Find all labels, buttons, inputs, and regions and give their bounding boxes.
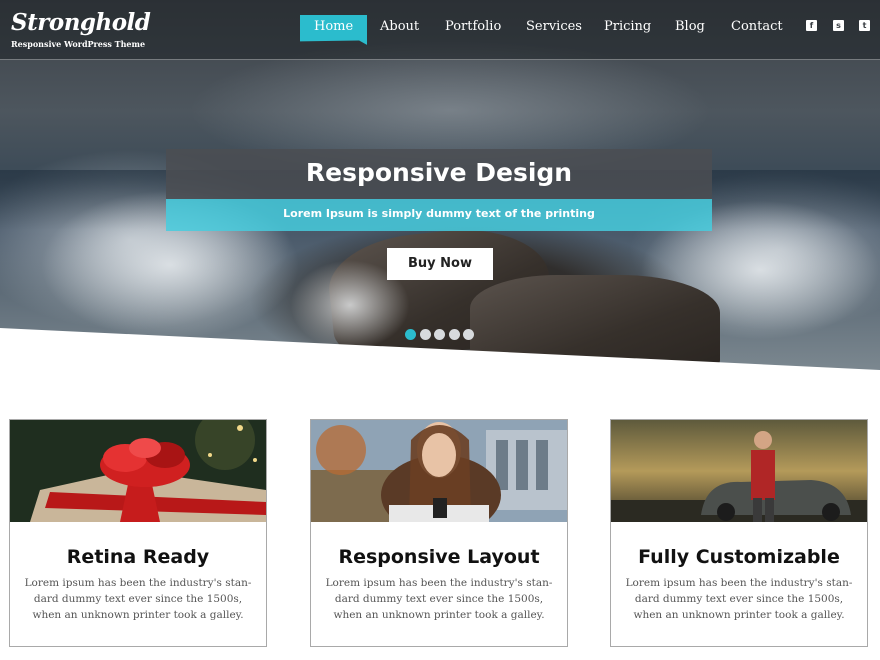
nav-contact[interactable]: Contact xyxy=(731,15,783,41)
feature-title: Retina Ready xyxy=(66,546,210,568)
slider-dot[interactable] xyxy=(449,329,460,340)
buy-now-button[interactable]: Buy Now xyxy=(387,248,493,280)
man-with-vintage-car-photo xyxy=(611,420,867,522)
nav-services[interactable]: Services xyxy=(526,15,582,41)
feature-card-responsive: Responsive Layout Lorem ipsum has been t… xyxy=(310,419,568,647)
slider-dot[interactable] xyxy=(434,329,445,340)
site-header: Stronghold Responsive WordPress Theme Ho… xyxy=(0,0,880,60)
slider-dot[interactable] xyxy=(420,329,431,340)
skype-icon[interactable]: s xyxy=(833,20,844,31)
feature-description: Lorem ipsum has been the industry's stan… xyxy=(24,577,252,621)
slide-title: Responsive Design xyxy=(166,149,712,199)
feature-title: Fully Customizable xyxy=(638,546,840,568)
slider-dot[interactable] xyxy=(405,329,416,340)
woman-with-phone-photo xyxy=(311,420,567,522)
twitter-icon[interactable]: t xyxy=(859,20,870,31)
red-gift-box-photo xyxy=(10,420,266,522)
site-logo[interactable]: Stronghold xyxy=(11,9,151,37)
slider-dot[interactable] xyxy=(463,329,474,340)
facebook-icon[interactable]: f xyxy=(806,20,817,31)
feature-card-customizable: Fully Customizable Lorem ipsum has been … xyxy=(610,419,868,647)
feature-title: Responsive Layout xyxy=(338,546,540,568)
nav-pricing[interactable]: Pricing xyxy=(604,15,651,41)
nav-blog[interactable]: Blog xyxy=(675,15,705,41)
feature-description: Lorem ipsum has been the industry's stan… xyxy=(325,577,553,621)
feature-card-retina: Retina Ready Lorem ipsum has been the in… xyxy=(9,419,267,647)
slide-subtitle: Lorem Ipsum is simply dummy text of the … xyxy=(166,199,712,231)
nav-home[interactable]: Home xyxy=(300,15,368,45)
nav-about[interactable]: About xyxy=(380,15,419,41)
site-tagline: Responsive WordPress Theme xyxy=(11,39,146,49)
nav-portfolio[interactable]: Portfolio xyxy=(445,15,501,41)
feature-description: Lorem ipsum has been the industry's stan… xyxy=(625,577,853,621)
